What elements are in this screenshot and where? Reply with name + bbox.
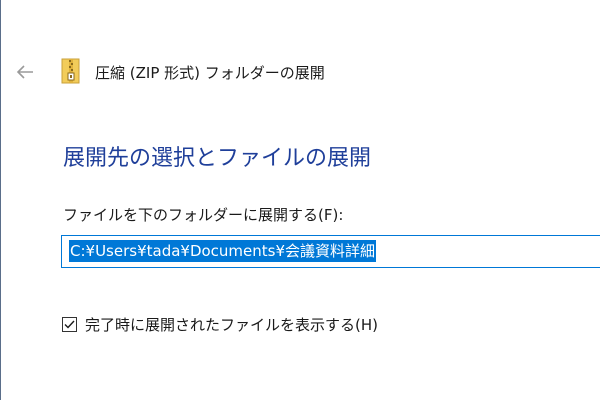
show-extracted-files-checkbox[interactable] xyxy=(62,316,77,332)
wizard-title: 圧縮 (ZIP 形式) フォルダーの展開 xyxy=(95,64,325,82)
destination-label: ファイルを下のフォルダーに展開する(F): xyxy=(63,206,344,224)
destination-path-input[interactable]: C:¥Users¥tada¥Documents¥会議資料詳細 xyxy=(61,235,600,268)
wizard-header: 圧縮 (ZIP 形式) フォルダーの展開 xyxy=(0,55,600,95)
show-extracted-files-label: 完了時に展開されたファイルを表示する(H) xyxy=(85,315,378,334)
destination-path-value: C:¥Users¥tada¥Documents¥会議資料詳細 xyxy=(69,240,377,262)
back-button[interactable] xyxy=(10,57,40,87)
back-arrow-icon xyxy=(16,65,33,79)
checkmark-icon xyxy=(64,320,75,329)
zip-folder-icon xyxy=(61,58,80,84)
page-heading: 展開先の選択とファイルの展開 xyxy=(63,146,372,171)
show-extracted-files-option[interactable]: 完了時に展開されたファイルを表示する(H) xyxy=(62,313,378,335)
